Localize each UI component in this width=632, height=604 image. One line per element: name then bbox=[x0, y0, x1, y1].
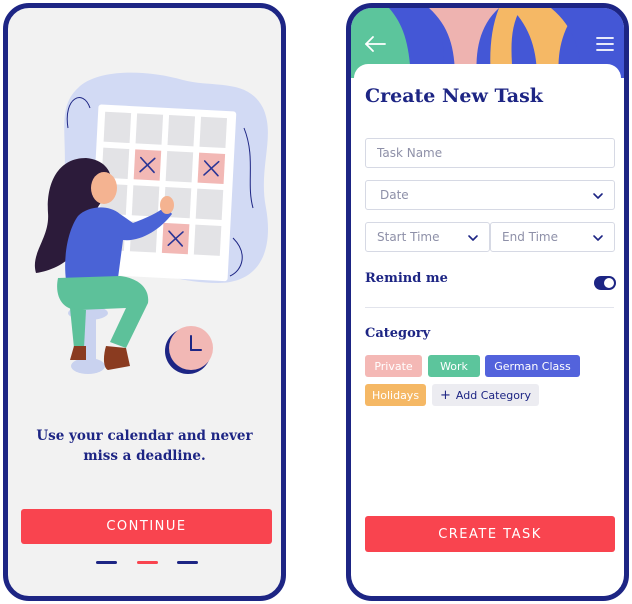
category-chip-holidays[interactable]: Holidays bbox=[365, 384, 426, 406]
category-label: Category bbox=[365, 326, 431, 341]
start-time-label: Start Time bbox=[377, 230, 440, 244]
chevron-down-icon bbox=[593, 235, 603, 241]
add-category-button[interactable]: + Add Category bbox=[432, 384, 539, 406]
start-time-select[interactable]: Start Time bbox=[365, 222, 490, 252]
chevron-down-icon bbox=[468, 235, 478, 241]
onboarding-message-line1: Use your calendar and never bbox=[36, 428, 253, 444]
continue-button[interactable]: CONTINUE bbox=[21, 509, 272, 544]
remind-me-toggle[interactable] bbox=[594, 276, 616, 290]
task-name-input[interactable] bbox=[377, 146, 614, 160]
date-select[interactable]: Date bbox=[365, 180, 615, 210]
page-dot-2-active[interactable] bbox=[137, 561, 158, 564]
category-chip-private[interactable]: Private bbox=[365, 355, 422, 377]
page-dot-1[interactable] bbox=[96, 561, 117, 564]
category-chip-german-class[interactable]: German Class bbox=[485, 355, 580, 377]
toggle-knob bbox=[604, 278, 614, 288]
divider bbox=[365, 307, 614, 308]
chevron-down-icon bbox=[593, 193, 603, 199]
end-time-select[interactable]: End Time bbox=[490, 222, 615, 252]
create-task-button[interactable]: CREATE TASK bbox=[365, 516, 615, 552]
onboarding-screen: Use your calendar and never miss a deadl… bbox=[3, 3, 286, 601]
onboarding-message-line2: miss a deadline. bbox=[83, 448, 206, 464]
remind-me-label: Remind me bbox=[365, 271, 448, 286]
date-select-label: Date bbox=[380, 188, 409, 202]
page-dot-3[interactable] bbox=[177, 561, 198, 564]
calendar-illustration bbox=[34, 72, 268, 374]
add-category-label: Add Category bbox=[455, 388, 531, 402]
create-task-screen: Create New Task Date Start Time End Time… bbox=[346, 3, 629, 601]
end-time-label: End Time bbox=[502, 230, 558, 244]
task-name-field[interactable] bbox=[365, 138, 615, 168]
plus-icon: + bbox=[440, 387, 451, 403]
page-indicator bbox=[8, 561, 281, 567]
category-chip-work[interactable]: Work bbox=[428, 355, 480, 377]
arrow-left-icon[interactable] bbox=[363, 34, 387, 54]
page-title: Create New Task bbox=[365, 85, 543, 107]
hamburger-menu-icon[interactable] bbox=[595, 35, 615, 53]
onboarding-message: Use your calendar and never miss a deadl… bbox=[8, 426, 281, 466]
